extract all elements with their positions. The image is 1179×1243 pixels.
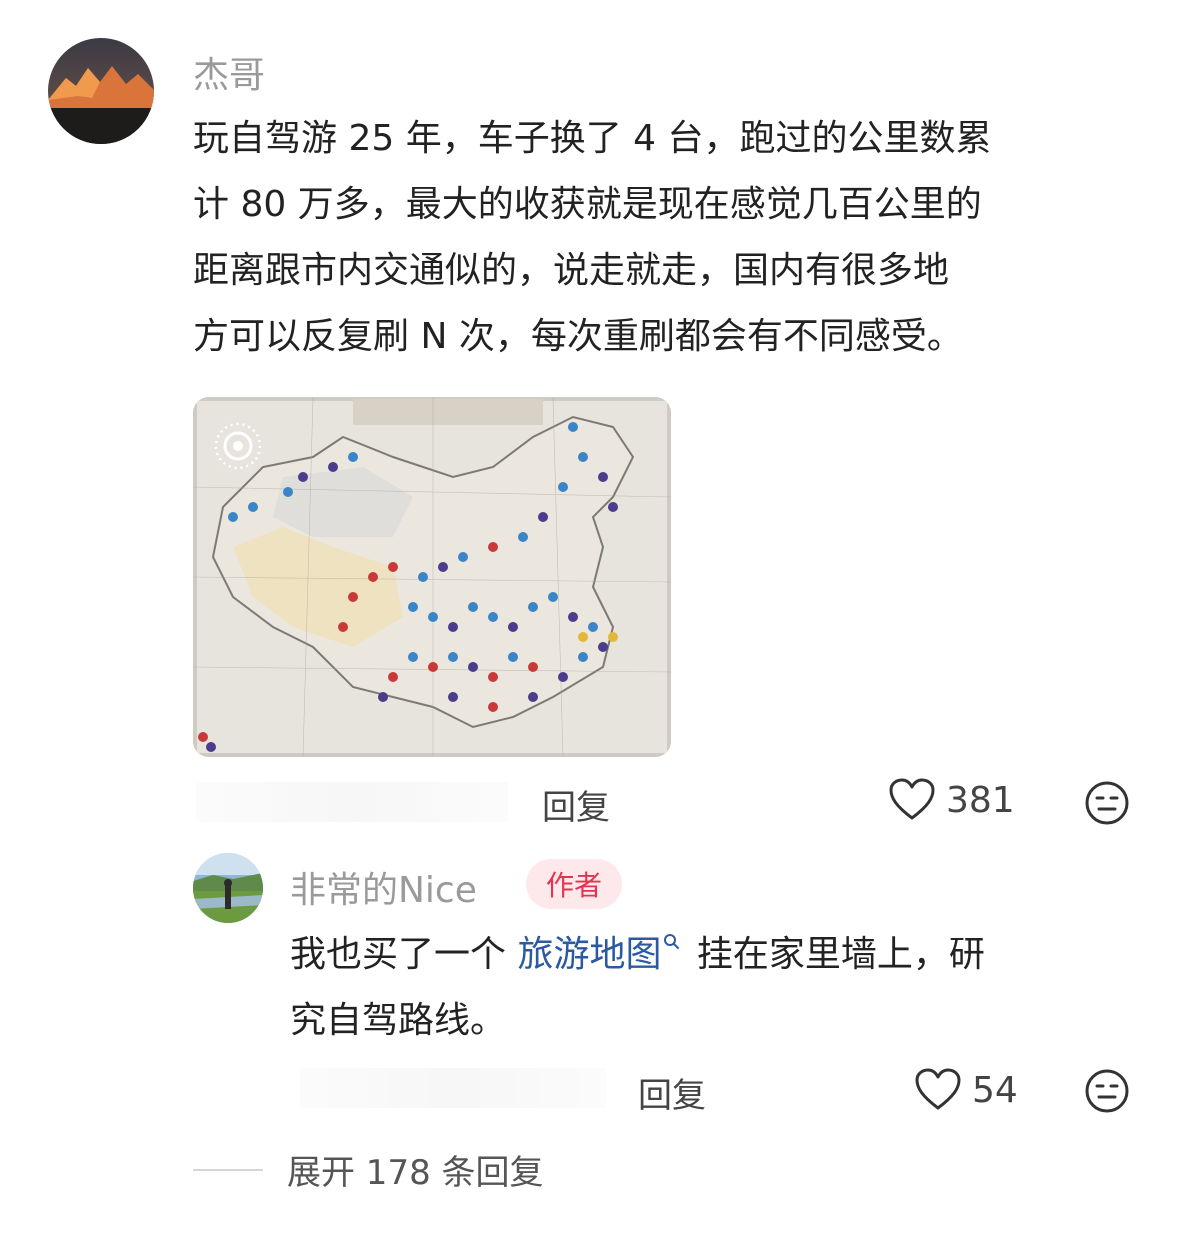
reply-button[interactable]: 回复: [638, 1068, 706, 1117]
obscured-area: [196, 782, 508, 822]
author-badge: 作者: [526, 859, 622, 909]
heart-icon: [915, 1068, 961, 1110]
heart-icon: [889, 778, 935, 820]
avatar[interactable]: [48, 38, 154, 144]
comment-line: 玩自驾游 25 年，车子换了 4 台，跑过的公里数累: [193, 118, 992, 159]
reply-text-before: 我也买了一个: [290, 934, 518, 975]
emoji-icon: [1085, 1069, 1129, 1113]
emoji-button[interactable]: [1084, 1068, 1130, 1114]
live-photo-icon[interactable]: [213, 421, 263, 471]
reply-avatar[interactable]: [193, 853, 263, 923]
obscured-area: [300, 1068, 606, 1108]
map-picture: [193, 397, 671, 757]
comment-image[interactable]: [193, 397, 671, 757]
reply-text-after: 挂在家里墙上，研: [685, 934, 985, 975]
expand-replies-label: 展开 178 条回复: [287, 1153, 544, 1193]
search-icon[interactable]: [663, 933, 681, 953]
avatar-image: [193, 853, 263, 923]
reply-line: 究自驾路线。: [290, 1000, 507, 1041]
comment-text: 玩自驾游 25 年，车子换了 4 台，跑过的公里数累 计 80 万多，最大的收获…: [193, 106, 992, 370]
comment-line: 计 80 万多，最大的收获就是现在感觉几百公里的: [193, 184, 982, 225]
reply-line: 我也买了一个 旅游地图 挂在家里墙上，研: [290, 922, 985, 988]
like-count: 381: [946, 779, 1015, 821]
like-button[interactable]: 54: [914, 1068, 1018, 1112]
username[interactable]: 杰哥: [193, 46, 265, 98]
reply-button[interactable]: 回复: [542, 780, 610, 829]
divider: [193, 1168, 263, 1171]
reply-username[interactable]: 非常的Nice: [290, 861, 477, 913]
reply-text: 我也买了一个 旅游地图 挂在家里墙上，研 究自驾路线。: [290, 922, 985, 1054]
expand-replies[interactable]: 展开 178 条回复: [193, 1145, 544, 1194]
comment-line: 方可以反复刷 N 次，每次重刷都会有不同感受。: [193, 316, 963, 357]
emoji-icon: [1085, 781, 1129, 825]
emoji-button[interactable]: [1084, 780, 1130, 826]
like-button[interactable]: 381: [888, 778, 1015, 822]
like-count: 54: [972, 1069, 1018, 1111]
comment-line: 距离跟市内交通似的，说走就走，国内有很多地: [193, 250, 950, 291]
avatar-image: [48, 38, 154, 144]
topic-link[interactable]: 旅游地图: [517, 934, 661, 975]
